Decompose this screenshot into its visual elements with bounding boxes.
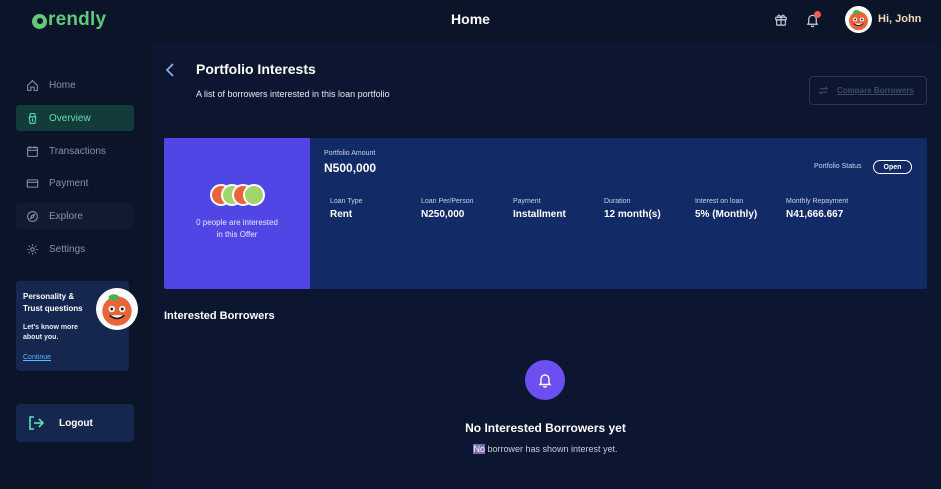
- avatar: [243, 184, 265, 206]
- logout-label: Logout: [59, 417, 93, 429]
- sidebar-item-settings[interactable]: Settings: [16, 236, 134, 262]
- sidebar-item-label: Transactions: [49, 145, 106, 157]
- detail-label: Loan Type: [330, 198, 363, 205]
- duration-detail: Duration 12 month(s): [604, 198, 661, 220]
- loan-type-detail: Loan Type Rent: [330, 198, 363, 220]
- loan-per-person-detail: Loan Per/Person N250,000: [421, 198, 474, 220]
- detail-value: N250,000: [421, 209, 465, 220]
- empty-state-text: borrower has shown interest yet.: [484, 444, 618, 454]
- sidebar-item-label: Home: [49, 79, 76, 91]
- empty-state-subtitle: No borrower has shown interest yet.: [150, 444, 941, 454]
- sidebar-item-overview[interactable]: Overview: [16, 105, 134, 131]
- home-icon: [27, 79, 38, 91]
- sidebar-item-label: Settings: [49, 243, 86, 255]
- calendar-icon: [27, 145, 38, 157]
- back-arrow-icon[interactable]: [164, 62, 176, 78]
- avatar[interactable]: [845, 6, 872, 33]
- compare-borrowers-button[interactable]: Compare Borrowers: [809, 76, 927, 105]
- empty-state-icon: [525, 360, 565, 400]
- sidebar-item-payment[interactable]: Payment: [16, 170, 134, 196]
- user-greeting[interactable]: Hi, John: [878, 13, 921, 25]
- promo-title: Personality & Trust questions: [23, 292, 83, 313]
- section-title: Interested Borrowers: [164, 310, 275, 322]
- compare-icon: [818, 86, 829, 95]
- detail-label: Monthly Repayment: [786, 198, 849, 205]
- sidebar-item-transactions[interactable]: Transactions: [16, 138, 134, 164]
- avatar-stack: [210, 184, 270, 206]
- detail-value: Rent: [330, 209, 353, 220]
- bell-icon: [538, 374, 552, 388]
- page-heading: Home: [451, 11, 490, 27]
- highlighted-text: No: [473, 444, 485, 454]
- continue-link[interactable]: Continue: [23, 354, 51, 361]
- monthly-repayment-detail: Monthly Repayment N41,666.667: [786, 198, 848, 220]
- portfolio-amount-label: Portfolio Amount: [324, 150, 376, 157]
- detail-value: 12 month(s): [604, 209, 661, 220]
- detail-value: 5% (Monthly): [695, 209, 758, 220]
- page-title: Portfolio Interests: [196, 61, 316, 77]
- gift-icon[interactable]: [774, 12, 788, 26]
- card-icon: [26, 178, 39, 188]
- detail-label: Loan Per/Person: [421, 198, 474, 205]
- overview-icon: [28, 112, 37, 124]
- sidebar-item-explore[interactable]: Explore: [16, 203, 134, 229]
- compass-icon: [27, 210, 38, 222]
- portfolio-summary-card: 0 people are interested in this Offer Po…: [164, 138, 927, 289]
- interest-count-text: 0 people are interested in this Offer: [196, 218, 278, 239]
- sidebar-item-label: Explore: [49, 210, 83, 222]
- portfolio-amount-value: N500,000: [324, 161, 377, 175]
- promo-subtitle: Let's know more about you.: [23, 324, 78, 341]
- promo-avatar: [96, 288, 138, 330]
- interest-panel: 0 people are interested in this Offer: [164, 138, 310, 289]
- interest-detail: Interest on loan 5% (Monthly): [695, 198, 757, 220]
- sidebar-item-label: Overview: [49, 112, 91, 124]
- top-bar: rendly Home Hi, John: [0, 0, 941, 42]
- logout-button[interactable]: Logout: [16, 404, 134, 442]
- detail-value: Installment: [513, 209, 566, 220]
- sidebar-item-label: Payment: [49, 177, 89, 189]
- portfolio-status-label: Portfolio Status: [814, 163, 862, 170]
- logout-icon: [29, 416, 45, 430]
- payment-detail: Payment Installment: [513, 198, 566, 220]
- status-badge: Open: [873, 160, 912, 174]
- empty-state-title: No Interested Borrowers yet: [465, 421, 626, 435]
- detail-label: Interest on loan: [695, 198, 744, 205]
- detail-label: Payment: [513, 198, 541, 205]
- gear-icon: [27, 243, 38, 255]
- detail-label: Duration: [604, 198, 631, 205]
- detail-value: N41,666.667: [786, 209, 844, 220]
- notification-badge: [814, 11, 821, 18]
- sidebar-item-home[interactable]: Home: [16, 72, 134, 98]
- page-subtitle: A list of borrowers interested in this l…: [196, 89, 390, 99]
- compare-borrowers-label: Compare Borrowers: [837, 86, 914, 95]
